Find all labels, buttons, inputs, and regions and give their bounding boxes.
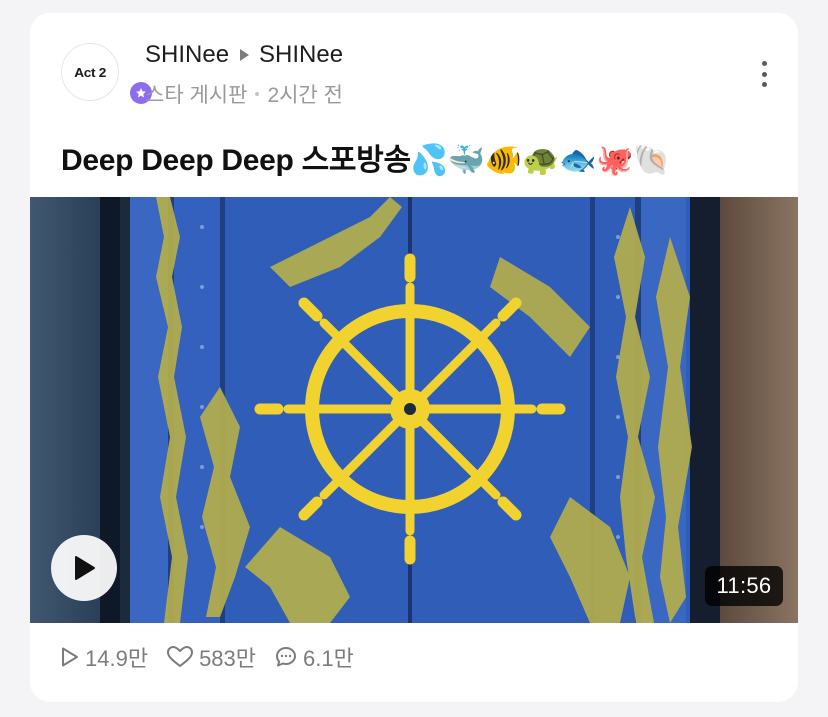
more-vertical-icon[interactable]	[752, 57, 776, 91]
video-duration: 11:56	[705, 566, 783, 606]
more-dot	[761, 71, 767, 77]
community-name[interactable]: SHINee	[145, 41, 229, 69]
likes-stat[interactable]: 583만	[166, 641, 256, 673]
avatar[interactable]: Act 2	[61, 43, 119, 101]
chat-bubble-icon	[276, 647, 297, 667]
post-time: 2시간 전	[267, 84, 343, 107]
post-meta: 스타 게시판 2시간 전	[145, 79, 343, 109]
more-dot	[761, 61, 767, 66]
views-count: 14.9만	[85, 646, 149, 671]
dot-separator	[255, 92, 260, 96]
likes-count: 583만	[199, 646, 257, 671]
post-card: Act 2 SHINee SHINee 스타 게시판 2시간 전 Deep De…	[30, 13, 798, 702]
play-button[interactable]	[51, 535, 117, 601]
post-title[interactable]: Deep Deep Deep 스포방송💦🐳🐠🐢🐟🐙🐚	[61, 135, 670, 179]
views-stat[interactable]: 14.9만	[60, 641, 148, 673]
comments-count: 6.1만	[303, 646, 354, 671]
arrow-right-icon	[240, 49, 250, 61]
play-icon	[75, 556, 95, 580]
comments-stat[interactable]: 6.1만	[274, 641, 354, 673]
author-name[interactable]: SHINee	[259, 41, 343, 69]
post-stats: 14.9만 583만 6.1만	[60, 641, 372, 673]
more-dot	[761, 82, 767, 87]
play-outline-icon	[62, 647, 78, 667]
board-name[interactable]: 스타 게시판	[145, 79, 247, 109]
post-header-names: SHINee SHINee	[145, 41, 343, 69]
ship-wheel-door-image	[30, 197, 798, 623]
video-thumbnail[interactable]: 11:56	[30, 197, 798, 623]
heart-outline-icon	[167, 646, 194, 667]
avatar-logo-text: Act 2	[74, 64, 106, 80]
